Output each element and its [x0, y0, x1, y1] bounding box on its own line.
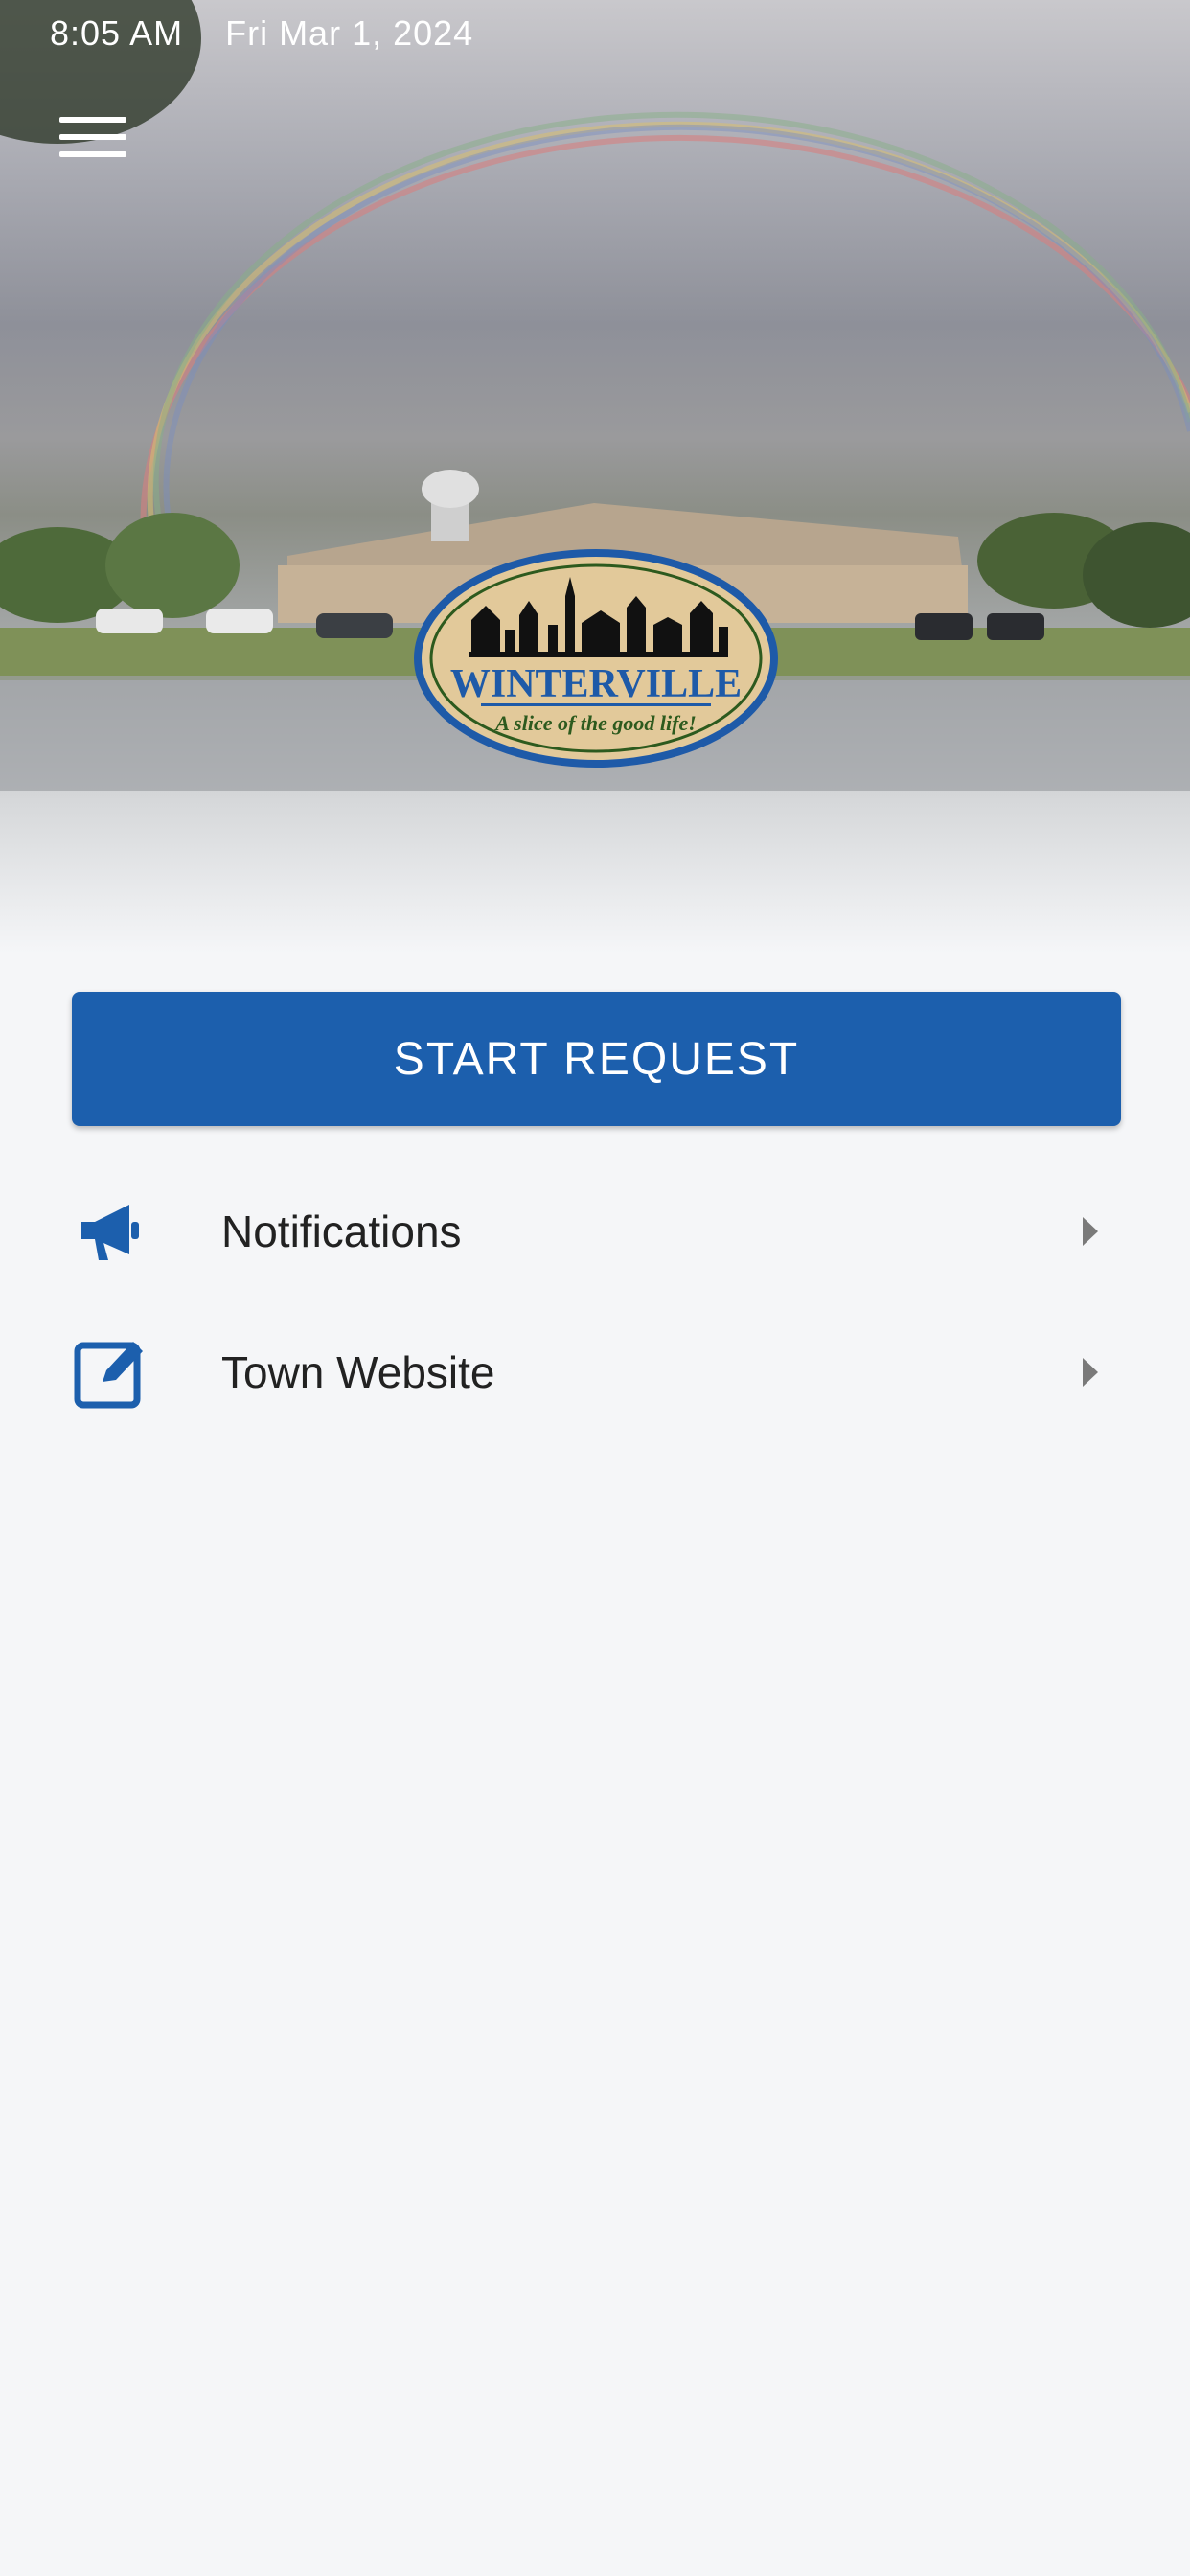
hamburger-menu-icon[interactable]	[59, 117, 126, 171]
status-date: Fri Mar 1, 2024	[225, 13, 474, 53]
start-request-button[interactable]: START REQUEST	[72, 992, 1121, 1126]
notifications-label: Notifications	[221, 1207, 462, 1256]
edit-square-icon	[72, 1334, 149, 1411]
list-item-notifications[interactable]: Notifications	[72, 1174, 1121, 1289]
town-logo: WINTERVILLE A slice of the good life!	[414, 549, 778, 768]
chevron-right-icon	[1083, 1217, 1098, 1246]
logo-title: WINTERVILLE	[450, 662, 742, 706]
hero-photo-illustration	[0, 0, 1190, 791]
chevron-right-icon	[1083, 1358, 1098, 1387]
hero-image: 8:05 AM Fri Mar 1, 2024 WINTERVILLE A sl…	[0, 0, 1190, 954]
status-time: 8:05 AM	[50, 13, 184, 53]
megaphone-icon	[72, 1193, 149, 1270]
logo-tagline: A slice of the good life!	[493, 711, 697, 735]
status-bar: 8:05 AM Fri Mar 1, 2024	[50, 13, 473, 54]
list-item-town-website[interactable]: Town Website	[72, 1315, 1121, 1430]
town-website-label: Town Website	[221, 1347, 495, 1397]
